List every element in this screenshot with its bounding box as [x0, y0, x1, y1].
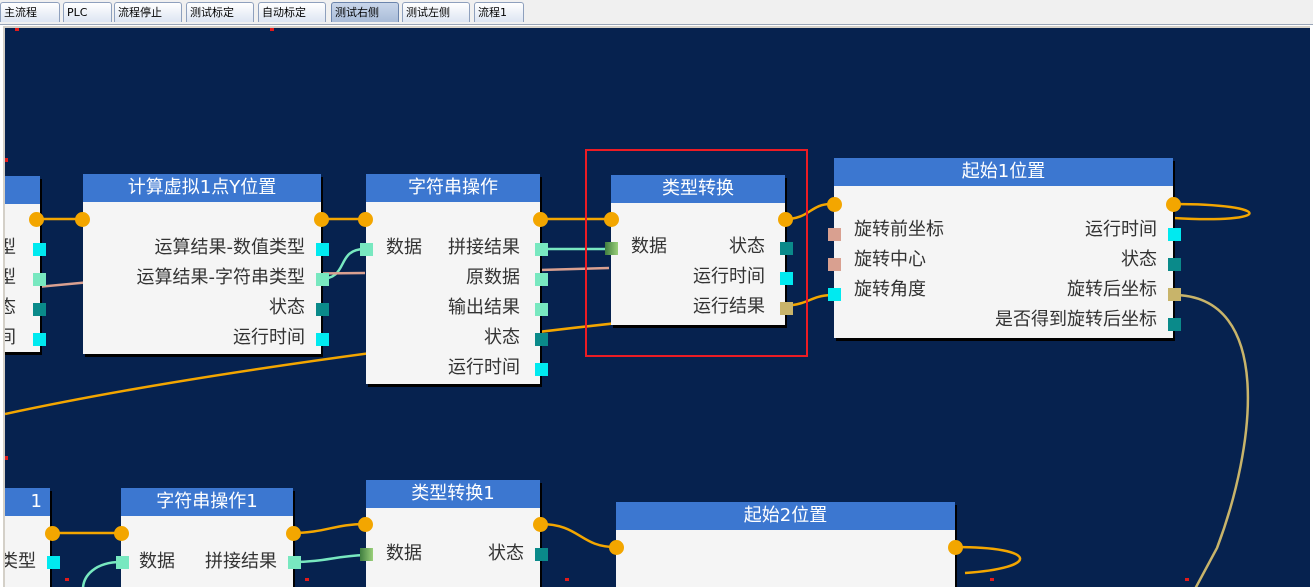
flow-output-port[interactable]: [45, 526, 60, 541]
data-wire: [291, 553, 366, 564]
output-label: 态: [5, 298, 16, 318]
output-port[interactable]: [288, 556, 301, 569]
flow-output-port[interactable]: [1166, 197, 1181, 212]
flow-input-port[interactable]: [827, 197, 842, 212]
output-port[interactable]: [316, 303, 329, 316]
output-label: 拼接结果: [205, 551, 277, 572]
flow-input-port[interactable]: [358, 517, 373, 532]
flow-wire: [954, 545, 1022, 575]
node-partial-left-top[interactable]: 型 型 态 间: [5, 176, 40, 352]
node-start-2-position[interactable]: 起始2位置: [616, 502, 955, 587]
node-string-operation-1[interactable]: 字符串操作1 数据 拼接结果: [121, 488, 293, 587]
tab-test-right[interactable]: 测试右侧: [331, 2, 399, 22]
flow-output-port[interactable]: [533, 517, 548, 532]
input-label: 旋转角度: [854, 279, 926, 300]
output-label: 是否得到旋转后坐标: [995, 309, 1157, 330]
input-label: 旋转前坐标: [854, 219, 944, 240]
tab-plc[interactable]: PLC: [63, 2, 112, 22]
flow-canvas[interactable]: 型 型 态 间 计算虚拟1点Y位置 运算结果-数值类型 运算结果-字符串类型 状…: [3, 26, 1310, 587]
node-title: 字符串操作: [366, 174, 540, 202]
input-port[interactable]: [360, 548, 373, 561]
output-port[interactable]: [33, 333, 46, 346]
output-label: 状态: [484, 327, 520, 348]
output-label: 运算结果-字符串类型: [136, 267, 306, 288]
output-label: 类型: [3, 551, 36, 572]
node-string-operation[interactable]: 字符串操作 数据 拼接结果 原数据 输出结果 状态 运行时间: [366, 174, 540, 384]
output-port[interactable]: [1168, 228, 1181, 241]
flow-wire: [539, 522, 616, 549]
input-label: 旋转中心: [854, 249, 926, 270]
output-port[interactable]: [535, 243, 548, 256]
node-title: 1: [5, 488, 50, 516]
input-port[interactable]: [828, 288, 841, 301]
node-partial-left-bottom[interactable]: 1 类型: [3, 488, 50, 587]
tab-flow-stop[interactable]: 流程停止: [114, 2, 182, 22]
output-label: 状态: [488, 543, 524, 564]
node-title: 计算虚拟1点Y位置: [83, 174, 321, 202]
output-port[interactable]: [1168, 288, 1181, 301]
output-label: 型: [5, 238, 16, 258]
output-port[interactable]: [47, 556, 60, 569]
output-label: 运行时间: [233, 327, 305, 348]
output-label: 间: [5, 328, 16, 348]
input-label: 数据: [139, 551, 175, 572]
tab-main-flow[interactable]: 主流程: [0, 2, 60, 22]
tab-flow-1[interactable]: 流程1: [474, 2, 524, 22]
node-start-1-position[interactable]: 起始1位置 旋转前坐标 旋转中心 旋转角度 运行时间 状态 旋转后坐标 是否得到…: [834, 158, 1173, 338]
output-port[interactable]: [535, 333, 548, 346]
node-calc-virtual-y[interactable]: 计算虚拟1点Y位置 运算结果-数值类型 运算结果-字符串类型 状态 运行时间: [83, 174, 321, 354]
input-port[interactable]: [828, 228, 841, 241]
output-label: 输出结果: [448, 297, 520, 318]
output-port[interactable]: [535, 303, 548, 316]
output-label: 旋转后坐标: [1067, 279, 1157, 300]
output-port[interactable]: [535, 548, 548, 561]
node-header: [5, 176, 40, 204]
flow-input-port[interactable]: [75, 212, 90, 227]
output-label: 拼接结果: [448, 237, 520, 258]
output-label: 状态: [1121, 249, 1157, 270]
node-title: 类型转换1: [366, 480, 540, 508]
flow-input-port[interactable]: [358, 212, 373, 227]
input-port[interactable]: [116, 556, 129, 569]
input-label: 数据: [386, 543, 422, 564]
data-wire: [1172, 293, 1250, 587]
output-port[interactable]: [33, 243, 46, 256]
node-title: 起始1位置: [834, 158, 1173, 186]
node-title: 起始2位置: [616, 502, 955, 530]
output-label: 型: [5, 268, 16, 288]
input-port[interactable]: [360, 243, 373, 256]
node-type-conversion-1[interactable]: 类型转换1 数据 状态: [366, 480, 540, 587]
tab-auto-calibration[interactable]: 自动标定: [258, 2, 326, 22]
output-port[interactable]: [1168, 258, 1181, 271]
flow-output-port[interactable]: [29, 212, 44, 227]
flow-tab-bar: 主流程 PLC 流程停止 测试标定 自动标定 测试右侧 测试左侧 流程1: [0, 0, 1313, 25]
node-title: 字符串操作1: [121, 488, 293, 516]
flow-output-port[interactable]: [533, 212, 548, 227]
selection-highlight: [585, 149, 808, 357]
flow-input-port[interactable]: [609, 540, 624, 555]
input-label: 数据: [386, 237, 422, 258]
output-port[interactable]: [33, 303, 46, 316]
output-port[interactable]: [535, 363, 548, 376]
flow-output-port[interactable]: [314, 212, 329, 227]
output-port[interactable]: [316, 273, 329, 286]
output-label: 原数据: [466, 267, 520, 288]
output-label: 运行时间: [448, 357, 520, 378]
input-port[interactable]: [828, 258, 841, 271]
output-port[interactable]: [33, 273, 46, 286]
output-label: 运行时间: [1085, 219, 1157, 240]
tab-test-calibration[interactable]: 测试标定: [186, 2, 254, 22]
output-port[interactable]: [316, 243, 329, 256]
flow-input-port[interactable]: [114, 526, 129, 541]
flow-wire: [1172, 202, 1251, 221]
flow-output-port[interactable]: [286, 526, 301, 541]
output-port[interactable]: [1168, 318, 1181, 331]
output-port[interactable]: [316, 333, 329, 346]
output-port[interactable]: [535, 273, 548, 286]
flow-output-port[interactable]: [948, 540, 963, 555]
tab-test-left[interactable]: 测试左侧: [402, 2, 470, 22]
output-label: 状态: [269, 297, 305, 318]
output-label: 运算结果-数值类型: [154, 237, 306, 258]
flow-wire: [291, 522, 366, 535]
